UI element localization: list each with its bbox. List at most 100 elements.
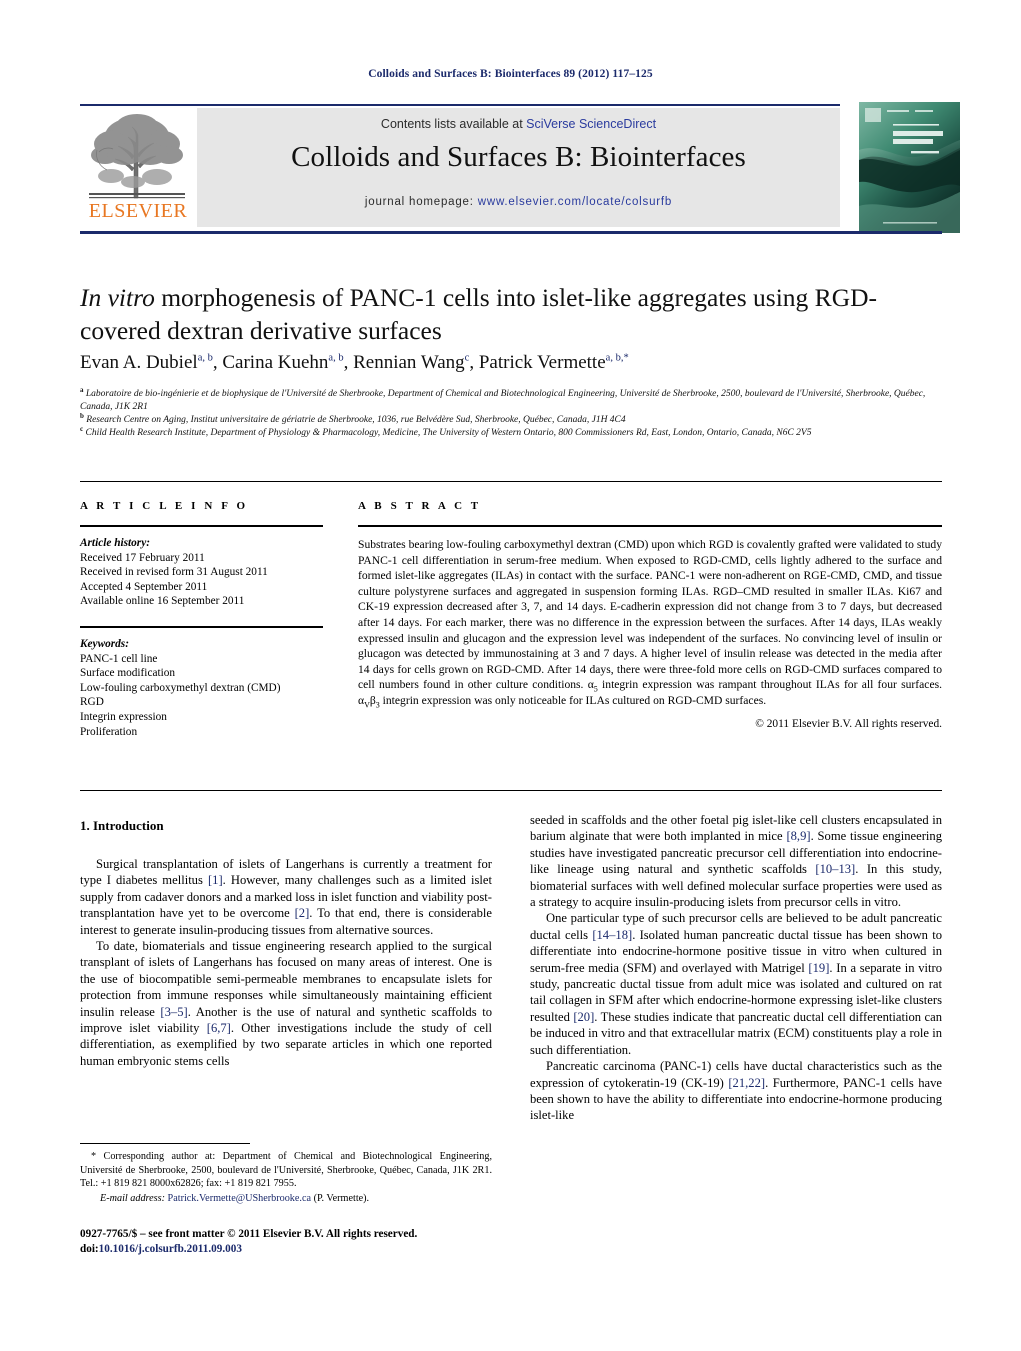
journal-masthead: ELSEVIER Contents lists available at Sci… — [80, 102, 960, 233]
citation-ref[interactable]: [1] — [208, 873, 223, 887]
homepage-prefix: journal homepage: — [364, 196, 478, 208]
affiliation-text: Laboratoire de bio-ingénierie et de biop… — [80, 389, 926, 412]
citation-ref[interactable]: [14–18] — [592, 928, 632, 942]
abstract-column: A B S T R A C T Substrates bearing low-f… — [358, 500, 942, 730]
corresponding-author-marker: * — [623, 352, 629, 364]
body-column-right: seeded in scaffolds and the other foetal… — [530, 812, 942, 1124]
citation-ref[interactable]: [6,7] — [207, 1021, 231, 1035]
abstract-rule — [358, 525, 942, 527]
imprint-block: 0927-7765/$ – see front matter © 2011 El… — [80, 1227, 540, 1256]
affiliation-item: b Research Centre on Aging, Institut uni… — [80, 411, 945, 427]
abstract-part-3: integrin expression was only noticeable … — [379, 693, 767, 707]
sciencedirect-link[interactable]: SciVerse ScienceDirect — [526, 117, 656, 131]
author-name: Evan A. Dubiel — [80, 352, 198, 373]
doi-line: doi:10.1016/j.colsurfb.2011.09.003 — [80, 1242, 540, 1257]
author-sep: , — [212, 352, 223, 373]
affiliation-mark: b — [80, 411, 84, 420]
doi-value[interactable]: 10.1016/j.colsurfb.2011.09.003 — [99, 1243, 242, 1255]
elsevier-wordmark: ELSEVIER — [88, 200, 188, 222]
article-info-heading: A R T I C L E I N F O — [80, 500, 249, 512]
email-label: E-mail address: — [100, 1192, 165, 1204]
journal-homepage-link[interactable]: www.elsevier.com/locate/colsurfb — [478, 196, 672, 208]
contents-prefix: Contents lists available at — [380, 117, 527, 131]
citation-ref[interactable]: [10–13] — [815, 862, 855, 876]
keyword-item: PANC-1 cell line — [80, 652, 158, 665]
footnote-rule — [80, 1143, 250, 1144]
paragraph: seeded in scaffolds and the other foetal… — [530, 812, 942, 910]
citation-ref[interactable]: [2] — [295, 906, 310, 920]
article-history-label: Article history: — [80, 537, 150, 549]
affiliation-item: c Child Health Research Institute, Depar… — [80, 424, 945, 440]
affiliation-mark: c — [80, 424, 84, 433]
author-affil-mark: a, b — [328, 352, 344, 364]
author-list: Evan A. Dubiela, b, Carina Kuehna, b, Re… — [80, 352, 920, 374]
footnote-block: * Corresponding author at: Department of… — [80, 1150, 492, 1216]
masthead-panel: Contents lists available at SciVerse Sci… — [197, 108, 840, 227]
history-item: Accepted 4 September 2011 — [80, 580, 208, 593]
author-sep: , — [343, 352, 354, 373]
paragraph: Surgical transplantation of islets of La… — [80, 856, 492, 938]
contents-line: Contents lists available at SciVerse Sci… — [197, 117, 840, 131]
author-name: Rennian Wang — [353, 352, 465, 373]
email-suffix: (P. Vermette). — [311, 1192, 370, 1204]
cover-artwork — [859, 102, 960, 233]
issn-copyright-line: 0927-7765/$ – see front matter © 2011 El… — [80, 1228, 418, 1240]
abstract-part-1: Substrates bearing low-fouling carboxyme… — [358, 538, 942, 692]
keywords-block: Keywords: PANC-1 cell line Surface modif… — [80, 637, 323, 739]
citation-ref[interactable]: [3–5] — [160, 1005, 187, 1019]
title-italic-part: In vitro — [80, 283, 155, 312]
citation-ref[interactable]: [20] — [573, 1010, 594, 1024]
affiliation-text: Research Centre on Aging, Institut unive… — [86, 415, 626, 425]
title-rest: morphogenesis of PANC-1 cells into islet… — [80, 283, 878, 345]
journal-cover-thumbnail — [859, 102, 960, 233]
keywords-rule — [80, 625, 323, 628]
abstract-heading: A B S T R A C T — [358, 500, 482, 512]
copyright-line: © 2011 Elsevier B.V. All rights reserved… — [755, 717, 942, 730]
author-affil-mark: a, b, — [605, 352, 624, 364]
abstract-top-rule — [80, 481, 942, 482]
author-name: Carina Kuehn — [222, 352, 329, 373]
doi-label: doi: — [80, 1242, 99, 1255]
abstract-bottom-rule — [80, 790, 942, 791]
keyword-item: Low-fouling carboxymethyl dextran (CMD) — [80, 681, 281, 694]
history-item: Received 17 February 2011 — [80, 551, 205, 564]
email-link[interactable]: Patrick.Vermette@USherbrooke.ca — [168, 1193, 311, 1204]
keyword-item: Integrin expression — [80, 710, 167, 723]
article-info-rule — [80, 525, 323, 527]
paragraph: One particular type of such precursor ce… — [530, 910, 942, 1058]
journal-title: Colloids and Surfaces B: Biointerfaces — [291, 141, 746, 173]
abstract-body: Substrates bearing low-fouling carboxyme… — [358, 537, 942, 709]
running-head: Colloids and Surfaces B: Biointerfaces 8… — [368, 68, 653, 80]
masthead-bottom-rule — [80, 231, 942, 234]
body-column-left: 1. Introduction Surgical transplantation… — [80, 818, 492, 1069]
elsevier-tree-icon — [89, 114, 185, 199]
page-title: In vitro morphogenesis of PANC-1 cells i… — [80, 281, 880, 347]
author-name: Patrick Vermette — [478, 352, 606, 373]
affiliation-mark: a — [80, 385, 84, 394]
author-sep: , — [469, 352, 479, 373]
keywords-label: Keywords: — [80, 637, 129, 650]
elsevier-logo: ELSEVIER — [83, 108, 191, 228]
article-history-block: Article history: Received 17 February 20… — [80, 536, 323, 609]
journal-homepage-line: journal homepage: www.elsevier.com/locat… — [197, 196, 840, 208]
citation-ref[interactable]: [19] — [808, 961, 829, 975]
history-item: Available online 16 September 2011 — [80, 595, 245, 608]
citation-ref[interactable]: [8,9] — [786, 829, 810, 843]
corresponding-author-note: * Corresponding author at: Department of… — [80, 1151, 492, 1190]
journal-article-page: Colloids and Surfaces B: Biointerfaces 8… — [0, 0, 1021, 1351]
affiliation-list: a Laboratoire de bio-ingénierie et de bi… — [80, 385, 945, 440]
email-note: E-mail address: Patrick.Vermette@USherbr… — [80, 1192, 492, 1206]
citation-ref[interactable]: [21,22] — [728, 1076, 765, 1090]
paragraph: To date, biomaterials and tissue enginee… — [80, 938, 492, 1069]
keyword-item: Surface modification — [80, 667, 176, 680]
affiliation-item: a Laboratoire de bio-ingénierie et de bi… — [80, 385, 945, 414]
paragraph: Pancreatic carcinoma (PANC-1) cells have… — [530, 1058, 942, 1124]
keyword-item: RGD — [80, 696, 104, 709]
keyword-item: Proliferation — [80, 725, 138, 738]
article-info-column: A R T I C L E I N F O Article history: R… — [80, 500, 323, 739]
history-item: Received in revised form 31 August 2011 — [80, 566, 268, 579]
abstract-part-2: integrin expression was rampant througho… — [597, 678, 942, 692]
affiliation-text: Child Health Research Institute, Departm… — [85, 428, 812, 438]
section-heading-introduction: 1. Introduction — [80, 818, 164, 833]
author-affil-mark: a, b — [197, 352, 213, 364]
